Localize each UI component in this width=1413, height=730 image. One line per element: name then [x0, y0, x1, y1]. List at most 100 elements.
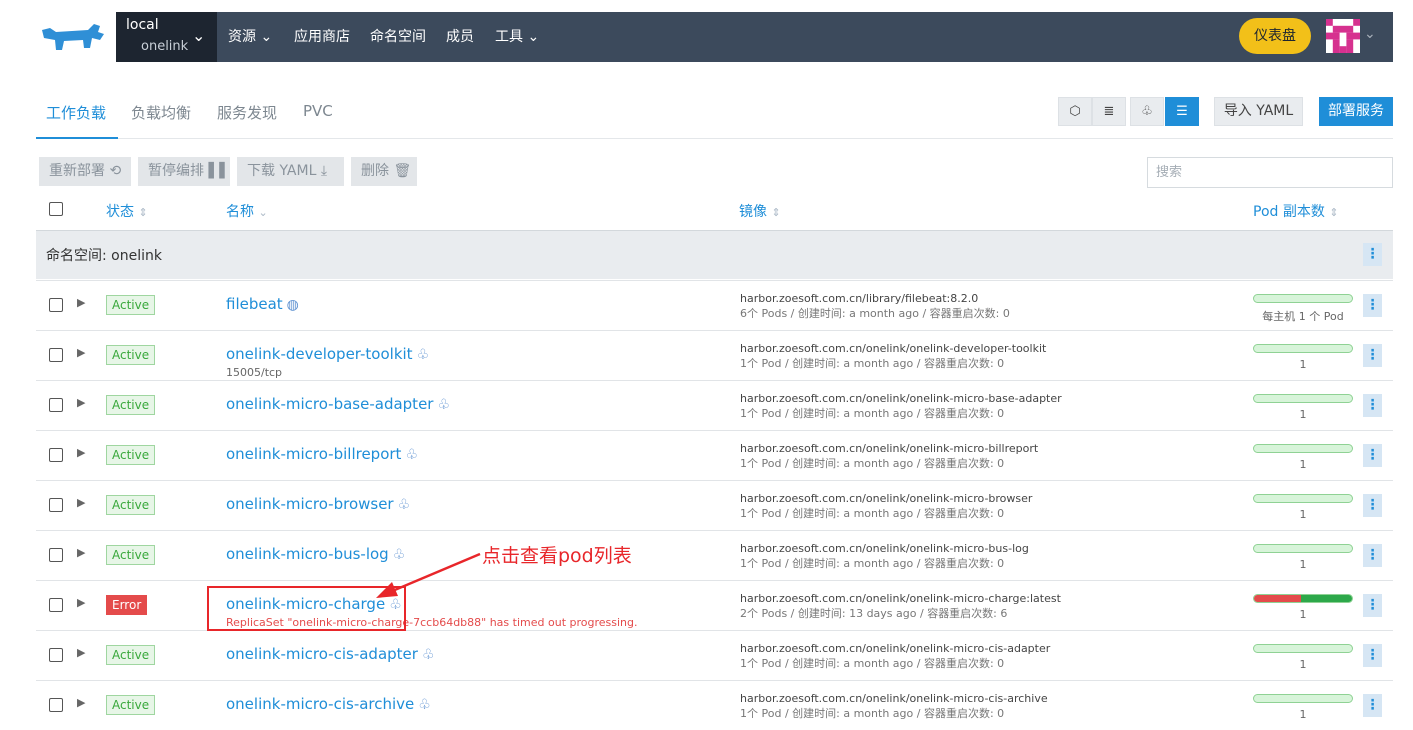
pod-status-bar — [1253, 494, 1353, 503]
dashboard-button[interactable]: 仪表盘 — [1239, 18, 1311, 54]
status-badge: Active — [106, 295, 156, 315]
search-input[interactable] — [1147, 157, 1393, 188]
pod-bar-error-segment — [1254, 595, 1302, 602]
table-row[interactable]: ▶ Active onelink-micro-browser ♧ harbor.zoes… — [36, 480, 1393, 530]
view-node-icon[interactable]: ⬡ — [1058, 97, 1092, 126]
view-tree-icon[interactable]: ☰ — [1165, 97, 1199, 126]
expand-caret-icon[interactable]: ▶ — [77, 396, 85, 409]
cluster-switcher[interactable]: local onelink ⌄ — [116, 12, 217, 62]
table-row[interactable]: ▶ Active onelink-micro-cis-adapter ♧ harbor.… — [36, 630, 1393, 680]
row-menu-kebab-icon[interactable]: ⋮ — [1363, 444, 1382, 467]
pod-status-bar — [1253, 544, 1353, 553]
project-name: onelink — [141, 39, 189, 54]
row-menu-kebab-icon[interactable]: ⋮ — [1363, 294, 1382, 317]
group-menu-kebab-icon[interactable]: ⋮ — [1363, 243, 1382, 266]
redeploy-button[interactable]: 重新部署 ⟲ — [39, 157, 131, 186]
chevron-down-icon[interactable]: ⌄ — [1364, 26, 1376, 42]
image-name: harbor.zoesoft.com.cn/onelink/onelink-mi… — [740, 592, 1061, 605]
expand-caret-icon[interactable]: ▶ — [77, 296, 85, 309]
nav-namespaces[interactable]: 命名空间 — [370, 26, 426, 46]
status-badge: Active — [106, 395, 156, 415]
tab-load-balancing[interactable]: 负载均衡 — [131, 102, 191, 123]
row-checkbox[interactable] — [49, 448, 63, 462]
table-row[interactable]: ▶ Active onelink-micro-bus-log ♧ harbor.zoes… — [36, 530, 1393, 580]
download-yaml-button[interactable]: 下载 YAML ⤓ — [237, 157, 344, 186]
row-checkbox[interactable] — [49, 698, 63, 712]
view-list-icon[interactable]: ≣ — [1092, 97, 1126, 126]
row-menu-kebab-icon[interactable]: ⋮ — [1363, 594, 1382, 617]
status-badge: Active — [106, 645, 156, 665]
tab-workloads[interactable]: 工作负载 — [46, 102, 106, 123]
table-row[interactable]: ▶ Active onelink-micro-billreport ♧ harbor.z… — [36, 430, 1393, 480]
tab-pvc[interactable]: PVC — [303, 102, 333, 120]
delete-button[interactable]: 删除 🗑 — [351, 157, 417, 186]
expand-caret-icon[interactable]: ▶ — [77, 596, 85, 609]
rancher-logo — [42, 24, 104, 50]
row-checkbox[interactable] — [49, 348, 63, 362]
service-icon: ♧ — [418, 697, 431, 713]
table-row[interactable]: ▶ Active onelink-micro-cis-archive ♧ harbor.… — [36, 680, 1393, 730]
service-icon: ♧ — [416, 347, 430, 363]
nav-resources[interactable]: 资源 ⌄ — [228, 26, 272, 46]
sort-icon: ⇕ — [771, 206, 781, 219]
pod-scale-count: 1 — [1299, 408, 1307, 421]
service-icon: ♧ — [405, 447, 418, 463]
pod-status-bar — [1253, 594, 1353, 603]
workload-name-link[interactable]: onelink-developer-toolkit ♧ — [226, 345, 429, 363]
row-checkbox[interactable] — [49, 298, 63, 312]
row-menu-kebab-icon[interactable]: ⋮ — [1363, 344, 1382, 367]
column-state[interactable]: 状态 ⇕ — [106, 201, 148, 221]
nav-appstore[interactable]: 应用商店 — [294, 26, 350, 46]
pod-status-bar — [1253, 694, 1353, 703]
row-menu-kebab-icon[interactable]: ⋮ — [1363, 494, 1382, 517]
pod-scale-count: 每主机 1 个 Pod — [1262, 310, 1344, 323]
image-name: harbor.zoesoft.com.cn/onelink/onelink-mi… — [740, 542, 1029, 555]
sort-icon: ⌄ — [258, 206, 268, 219]
table-row[interactable]: ▶ Active onelink-micro-base-adapter ♧ harbor… — [36, 380, 1393, 430]
table-row[interactable]: ▶ Active filebeat ◍ harbor.zoesoft.com.cn/li… — [36, 280, 1393, 330]
annotation-arrow — [376, 552, 481, 598]
pause-button[interactable]: 暂停编排 ▌▌ — [138, 157, 230, 186]
image-name: harbor.zoesoft.com.cn/onelink/onelink-mi… — [740, 642, 1051, 655]
row-menu-kebab-icon[interactable]: ⋮ — [1363, 544, 1382, 567]
expand-caret-icon[interactable]: ▶ — [77, 346, 85, 359]
table-row[interactable]: ▶ Active onelink-developer-toolkit ♧ 15005/t… — [36, 330, 1393, 380]
workload-name-link[interactable]: filebeat ◍ — [226, 295, 299, 313]
image-meta: 1个 Pod / 创建时间: a month ago / 容器重启次数: 0 — [740, 457, 1005, 470]
pod-scale-count: 1 — [1299, 608, 1307, 621]
nav-members[interactable]: 成员 — [446, 26, 474, 46]
service-icon: ♧ — [437, 397, 451, 413]
import-yaml-button[interactable]: 导入 YAML — [1214, 97, 1303, 126]
deploy-service-button[interactable]: 部署服务 — [1319, 97, 1393, 126]
column-scale[interactable]: Pod 副本数 ⇕ — [1253, 201, 1339, 221]
expand-caret-icon[interactable]: ▶ — [77, 446, 85, 459]
pod-scale-count: 1 — [1299, 558, 1307, 571]
select-all-checkbox[interactable] — [49, 202, 63, 216]
globe-icon: ◍ — [286, 297, 299, 313]
row-menu-kebab-icon[interactable]: ⋮ — [1363, 694, 1382, 717]
row-menu-kebab-icon[interactable]: ⋮ — [1363, 394, 1382, 417]
view-service-icon[interactable]: ♧ — [1130, 97, 1164, 126]
row-checkbox[interactable] — [49, 598, 63, 612]
workload-name-link[interactable]: onelink-micro-cis-archive ♧ — [226, 695, 431, 713]
nav-tools[interactable]: 工具 ⌄ — [495, 26, 539, 46]
avatar[interactable] — [1326, 19, 1360, 53]
row-checkbox[interactable] — [49, 498, 63, 512]
workload-name-link[interactable]: onelink-micro-cis-adapter ♧ — [226, 645, 435, 663]
row-checkbox[interactable] — [49, 648, 63, 662]
expand-caret-icon[interactable]: ▶ — [77, 646, 85, 659]
tab-divider — [36, 138, 1393, 139]
workload-name-link[interactable]: onelink-micro-billreport ♧ — [226, 445, 418, 463]
status-badge: Active — [106, 445, 156, 465]
tab-service-discovery[interactable]: 服务发现 — [217, 102, 277, 123]
column-image[interactable]: 镜像 ⇕ — [739, 201, 781, 221]
expand-caret-icon[interactable]: ▶ — [77, 546, 85, 559]
workload-name-link[interactable]: onelink-micro-base-adapter ♧ — [226, 395, 450, 413]
expand-caret-icon[interactable]: ▶ — [77, 696, 85, 709]
row-menu-kebab-icon[interactable]: ⋮ — [1363, 644, 1382, 667]
workload-name-link[interactable]: onelink-micro-browser ♧ — [226, 495, 410, 513]
expand-caret-icon[interactable]: ▶ — [77, 496, 85, 509]
row-checkbox[interactable] — [49, 548, 63, 562]
column-name[interactable]: 名称 ⌄ — [226, 201, 268, 221]
row-checkbox[interactable] — [49, 398, 63, 412]
